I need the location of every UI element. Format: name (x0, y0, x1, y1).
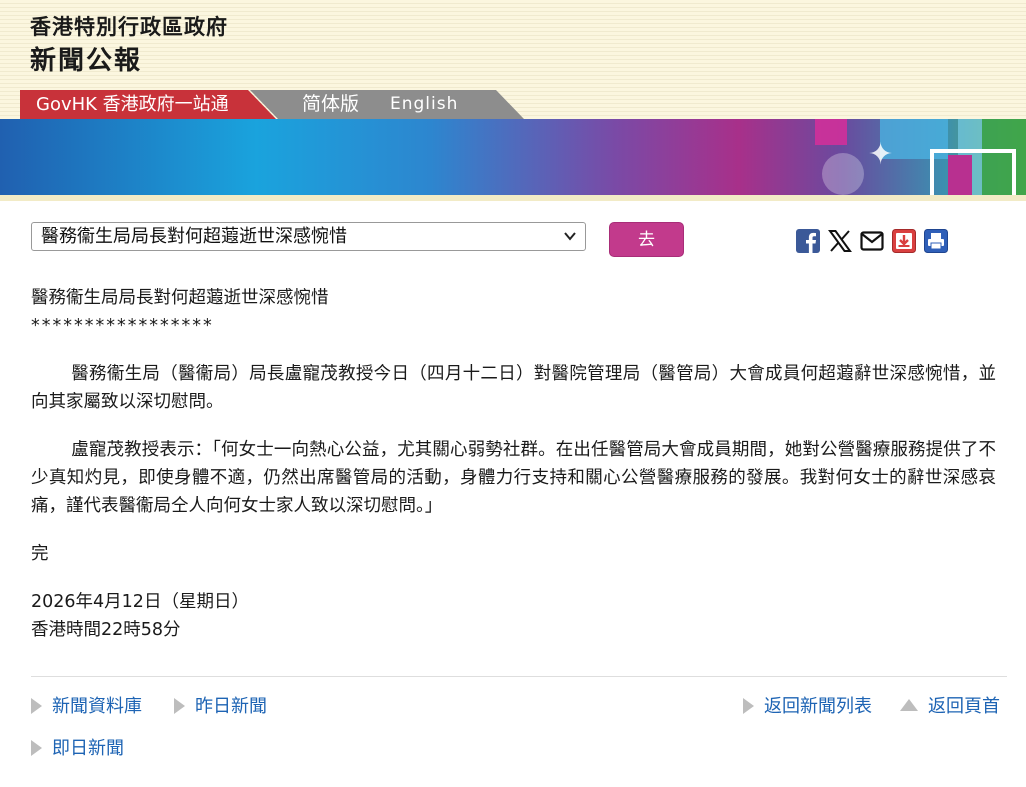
x-icon[interactable] (828, 229, 852, 253)
mail-icon[interactable] (860, 229, 884, 253)
english-tab[interactable]: English (390, 90, 458, 119)
article-title: 醫務衞生局局長對何超蕸逝世深感惋惜 (31, 288, 329, 308)
yesterday-news-link[interactable]: 昨日新聞 (174, 694, 267, 720)
arrow-up-icon (900, 699, 918, 711)
title-separator: ***************** (31, 316, 214, 336)
today-news-link[interactable]: 即日新聞 (31, 736, 124, 762)
arrow-right-icon (31, 740, 42, 756)
release-time: 香港時間22時58分 (31, 620, 181, 640)
language-tab-background (250, 90, 524, 119)
chevron-down-icon (563, 223, 577, 260)
select-value: 醫務衞生局局長對何超蕸逝世深感惋惜 (41, 226, 347, 247)
article-body: 醫務衞生局局長對何超蕸逝世深感惋惜 ***************** 醫務衞生… (31, 284, 996, 644)
top-tab-bar: GovHK 香港政府一站通 简体版 English (20, 90, 530, 119)
sparkle-icon: ✦ (868, 137, 894, 172)
facebook-icon[interactable] (796, 229, 820, 253)
news-archive-link[interactable]: 新聞資料庫 (31, 694, 142, 720)
footer-divider (31, 676, 1007, 677)
article-paragraph-2: 盧寵茂教授表示：「何女士一向熱心公益，尤其關心弱勢社群。在出任醫管局大會成員期間… (31, 440, 996, 516)
banner-strip (0, 195, 1026, 201)
back-to-top-link[interactable]: 返回頁首 (900, 694, 1000, 720)
release-date-text: 2026年4月12日（星期日） (31, 592, 249, 612)
go-button[interactable]: 去 (609, 222, 684, 257)
press-release-select[interactable]: 醫務衞生局局長對何超蕸逝世深感惋惜 (31, 222, 586, 251)
download-icon[interactable] (892, 229, 916, 253)
back-to-list-link[interactable]: 返回新聞列表 (743, 694, 872, 720)
header-banner: ✦ (0, 119, 1026, 195)
print-icon[interactable] (924, 229, 948, 253)
article-paragraph-1: 醫務衞生局（醫衞局）局長盧寵茂教授今日（四月十二日）對醫院管理局（醫管局）大會成… (31, 364, 996, 412)
article-end-mark: 完 (31, 544, 49, 564)
gov-name: 香港特別行政區政府 (30, 15, 228, 39)
site-title[interactable]: 新聞公報 (30, 40, 142, 77)
arrow-right-icon (743, 698, 754, 714)
simplified-chinese-tab[interactable]: 简体版 (302, 90, 359, 119)
release-date: 2026年4月12日（星期日） 香港時間22時58分 (31, 588, 996, 644)
arrow-right-icon (31, 698, 42, 714)
arrow-right-icon (174, 698, 185, 714)
masthead: 香港特別行政區政府 新聞公報 GovHK 香港政府一站通 简体版 English (0, 0, 1026, 120)
